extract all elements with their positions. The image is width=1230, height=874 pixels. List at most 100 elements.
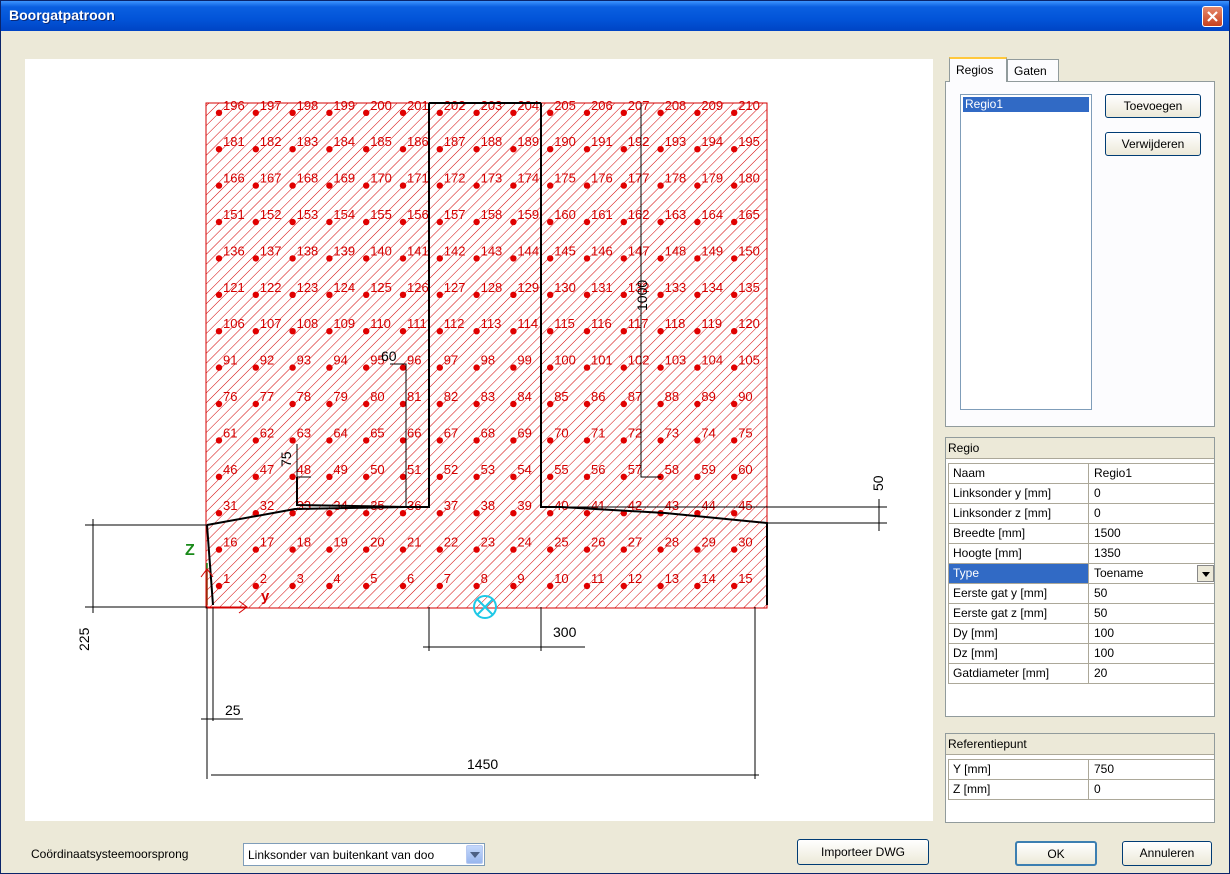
drawing-canvas[interactable]: 1 2 3 4 5 6 7 8 9 10 11 12 13 14 15 16 17 18 19 20 21 22 23 24 2… [25, 59, 933, 821]
drill-hole [289, 582, 296, 590]
hole-number: 84 [517, 389, 531, 404]
hole-number: 155 [370, 207, 392, 222]
drilling-pattern-drawing[interactable]: 1 2 3 4 5 6 7 8 9 10 11 12 13 14 1516 17 18 19 20 21 22 23 24 2… [25, 59, 933, 821]
property-row-hoogte[interactable]: Hoogte [mm] 1350 [949, 544, 1214, 564]
close-button[interactable] [1202, 6, 1223, 27]
property-value[interactable]: 50 [1089, 604, 1214, 623]
hole-number: 75 [738, 425, 752, 440]
property-row-ref-z[interactable]: Z [mm] 0 [949, 780, 1214, 800]
property-row-dy[interactable]: Dy [mm] 100 [949, 624, 1214, 644]
property-row-eerste-gat-z[interactable]: Eerste gat z [mm] 50 [949, 604, 1214, 624]
drill-hole [436, 109, 443, 116]
hole-number: 97 [444, 353, 458, 368]
drill-hole [510, 146, 517, 153]
hole-number: 16 [223, 535, 237, 550]
hole-number: 196 [223, 98, 245, 113]
property-value[interactable]: 0 [1089, 504, 1214, 523]
drill-hole [657, 291, 664, 298]
list-item[interactable]: Regio1 [963, 97, 1089, 112]
drill-hole [547, 546, 554, 553]
chevron-down-icon[interactable] [466, 845, 483, 864]
property-row-type[interactable]: Type Toename [949, 564, 1214, 584]
origin-select[interactable]: Linksonder van buitenkant van doo [243, 843, 485, 866]
import-dwg-button[interactable]: Importeer DWG [797, 839, 929, 865]
hole-number: 175 [554, 171, 576, 186]
hole-number: 133 [665, 280, 687, 295]
property-row-linksonder-z[interactable]: Linksonder z [mm] 0 [949, 504, 1214, 524]
drill-hole [694, 182, 701, 189]
tab-regios[interactable]: Regios [949, 57, 1007, 82]
property-value[interactable]: 100 [1089, 624, 1214, 643]
drill-hole [731, 473, 738, 480]
hole-number: 63 [297, 425, 311, 440]
drill-hole [363, 146, 370, 153]
drill-hole [620, 182, 627, 189]
dim-1000-label: 1000 [634, 280, 650, 311]
origin-select-value: Linksonder van buitenkant van doo [248, 848, 435, 862]
drill-hole [510, 510, 517, 517]
hole-number: 169 [333, 171, 355, 186]
property-value[interactable]: 0 [1089, 780, 1214, 799]
property-key: Linksonder z [mm] [949, 504, 1089, 523]
hole-number: 123 [297, 280, 319, 295]
property-value[interactable]: 0 [1089, 484, 1214, 503]
drill-hole [510, 364, 517, 371]
hole-number: 161 [591, 207, 613, 222]
drill-hole [252, 582, 259, 590]
property-value[interactable]: Toename [1089, 564, 1214, 583]
property-value[interactable]: 750 [1089, 760, 1214, 779]
hole-number: 173 [481, 171, 503, 186]
add-region-button[interactable]: Toevoegen [1105, 94, 1201, 118]
hole-number: 39 [517, 498, 531, 513]
hole-number: 45 [738, 498, 752, 513]
tab-control: Regios Gaten Regio1 Toevoegen Verwijdere… [945, 57, 1215, 427]
drill-hole [583, 437, 591, 444]
hole-number: 201 [407, 98, 429, 113]
drill-hole [252, 400, 259, 408]
cancel-button[interactable]: Annuleren [1122, 841, 1212, 866]
drill-hole [731, 582, 738, 590]
property-value[interactable]: 20 [1089, 664, 1214, 683]
property-row-breedte[interactable]: Breedte [mm] 1500 [949, 524, 1214, 544]
property-value[interactable]: 1500 [1089, 524, 1214, 543]
hole-number: 48 [297, 462, 311, 477]
hole-number: 4 [333, 571, 340, 586]
property-value[interactable]: 50 [1089, 584, 1214, 603]
hole-number: 15 [738, 571, 752, 586]
hole-number: 52 [444, 462, 458, 477]
property-value[interactable]: 100 [1089, 644, 1214, 663]
property-value[interactable]: 1350 [1089, 544, 1214, 563]
hole-number: 176 [591, 171, 613, 186]
drill-hole [547, 146, 554, 153]
drill-hole [252, 437, 259, 444]
hole-number: 59 [701, 462, 715, 477]
hole-number: 128 [481, 280, 503, 295]
drill-hole [436, 182, 443, 189]
hole-number: 167 [260, 171, 282, 186]
property-key: Type [949, 564, 1089, 583]
tab-gaten[interactable]: Gaten [1007, 59, 1059, 81]
drill-hole [326, 182, 333, 189]
property-row-naam[interactable]: Naam Regio1 [949, 464, 1214, 484]
property-row-linksonder-y[interactable]: Linksonder y [mm] 0 [949, 484, 1214, 504]
drill-hole [289, 510, 296, 517]
hole-number: 184 [333, 134, 355, 149]
remove-region-button[interactable]: Verwijderen [1105, 132, 1201, 156]
property-value[interactable]: Regio1 [1089, 464, 1214, 483]
ok-button[interactable]: OK [1015, 841, 1097, 866]
drill-hole [547, 510, 554, 517]
hole-number: 121 [223, 280, 245, 295]
drill-hole [731, 546, 738, 553]
drill-hole [363, 255, 370, 262]
property-row-eerste-gat-y[interactable]: Eerste gat y [mm] 50 [949, 584, 1214, 604]
hole-number: 99 [517, 353, 531, 368]
hole-number: 23 [481, 535, 495, 550]
property-row-dz[interactable]: Dz [mm] 100 [949, 644, 1214, 664]
type-dropdown-button[interactable] [1197, 565, 1214, 582]
property-row-ref-y[interactable]: Y [mm] 750 [949, 760, 1214, 780]
property-row-gatdiameter[interactable]: Gatdiameter [mm] 20 [949, 664, 1214, 684]
regions-listbox[interactable]: Regio1 [960, 94, 1092, 410]
hole-number: 181 [223, 134, 245, 149]
drill-hole [583, 400, 591, 408]
drill-hole [436, 546, 443, 553]
